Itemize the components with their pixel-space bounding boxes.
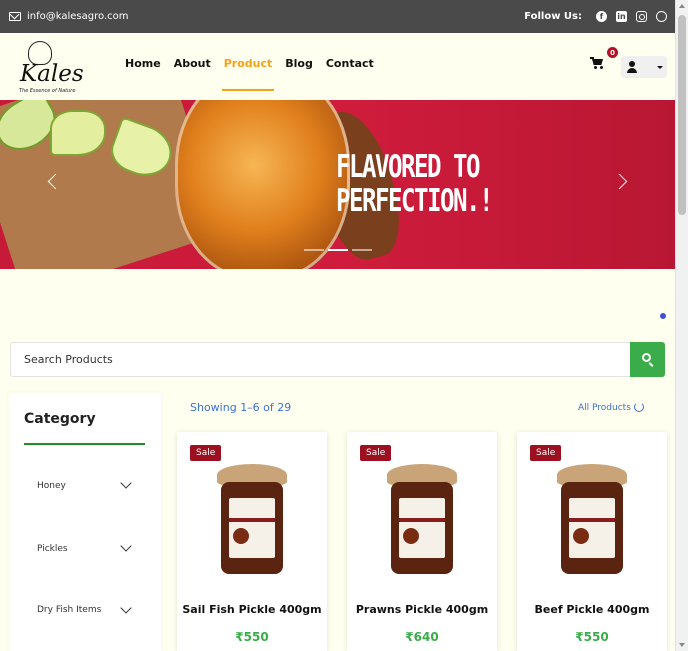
site-header: Kales The Essence of Nature Home About P… [0, 33, 675, 100]
carousel-dot[interactable] [352, 249, 372, 251]
logo-wordmark: Kales [20, 61, 84, 87]
sale-badge: Sale [190, 445, 222, 461]
product-price: ₹550 [575, 630, 609, 644]
scroll-up-icon[interactable] [679, 4, 685, 8]
nav-about[interactable]: About [174, 57, 211, 70]
hero-carousel: FLAVORED TO PERFECTION.! [0, 100, 675, 269]
carousel-next-icon[interactable] [611, 173, 628, 190]
product-name[interactable]: Sail Fish Pickle 400gm [177, 603, 327, 616]
product-search [10, 342, 665, 377]
logo-tagline: The Essence of Nature [19, 88, 76, 94]
category-divider [24, 443, 145, 445]
sale-badge: Sale [360, 445, 392, 461]
nav-home[interactable]: Home [125, 57, 161, 70]
search-icon [642, 353, 651, 362]
nav-blog[interactable]: Blog [285, 57, 313, 70]
whatsapp-icon[interactable] [656, 11, 667, 22]
instagram-icon[interactable] [636, 11, 647, 22]
nav-product[interactable]: Product [221, 57, 274, 91]
page-scrollbar[interactable] [675, 0, 688, 651]
linkedin-icon[interactable]: in [616, 11, 627, 22]
carousel-indicators [304, 249, 376, 251]
refresh-icon[interactable] [634, 402, 644, 412]
category-sidebar: Category Honey Pickles Dry Fish Items [9, 393, 161, 651]
floating-indicator [660, 313, 666, 319]
product-image[interactable] [387, 464, 457, 576]
search-button[interactable] [630, 342, 665, 377]
category-title: Category [24, 411, 96, 427]
carousel-dot-active[interactable] [328, 249, 348, 251]
user-icon [629, 61, 635, 67]
hero-headline: FLAVORED TO PERFECTION.! [336, 149, 494, 219]
product-name[interactable]: Beef Pickle 400gm [517, 603, 667, 616]
product-name[interactable]: Prawns Pickle 400gm [347, 603, 497, 616]
cart-count-badge: 0 [607, 47, 618, 58]
product-card[interactable]: Sale Prawns Pickle 400gm ₹640 [347, 432, 497, 651]
cart-icon[interactable] [590, 57, 606, 71]
product-card[interactable]: Sale Sail Fish Pickle 400gm ₹550 [177, 432, 327, 651]
product-image[interactable] [217, 464, 287, 576]
account-menu[interactable] [621, 56, 667, 78]
contact-email[interactable]: info@kalesagro.com [9, 11, 128, 22]
mail-icon [9, 12, 21, 21]
main-nav: Home About Product Blog Contact [125, 57, 387, 91]
result-count: Showing 1–6 of 29 [190, 401, 292, 414]
product-price: ₹640 [405, 630, 439, 644]
sale-badge: Sale [530, 445, 562, 461]
scroll-thumb[interactable] [678, 15, 686, 215]
top-bar: info@kalesagro.com Follow Us: f in [0, 0, 675, 33]
product-price: ₹550 [235, 630, 269, 644]
follow-us-label: Follow Us: [524, 11, 582, 22]
brand-logo[interactable]: Kales The Essence of Nature [18, 39, 88, 95]
caret-down-icon [657, 66, 663, 69]
product-card[interactable]: Sale Beef Pickle 400gm ₹550 [517, 432, 667, 651]
search-input[interactable] [11, 343, 631, 376]
facebook-icon[interactable]: f [596, 11, 607, 22]
hero-image-jar [175, 100, 350, 269]
follow-us: Follow Us: f in [524, 11, 667, 22]
carousel-dot[interactable] [304, 249, 324, 251]
all-products-link[interactable]: All Products [578, 403, 631, 413]
scroll-down-icon[interactable] [679, 643, 685, 647]
email-text[interactable]: info@kalesagro.com [27, 11, 128, 22]
nav-contact[interactable]: Contact [326, 57, 374, 70]
product-image[interactable] [557, 464, 627, 576]
